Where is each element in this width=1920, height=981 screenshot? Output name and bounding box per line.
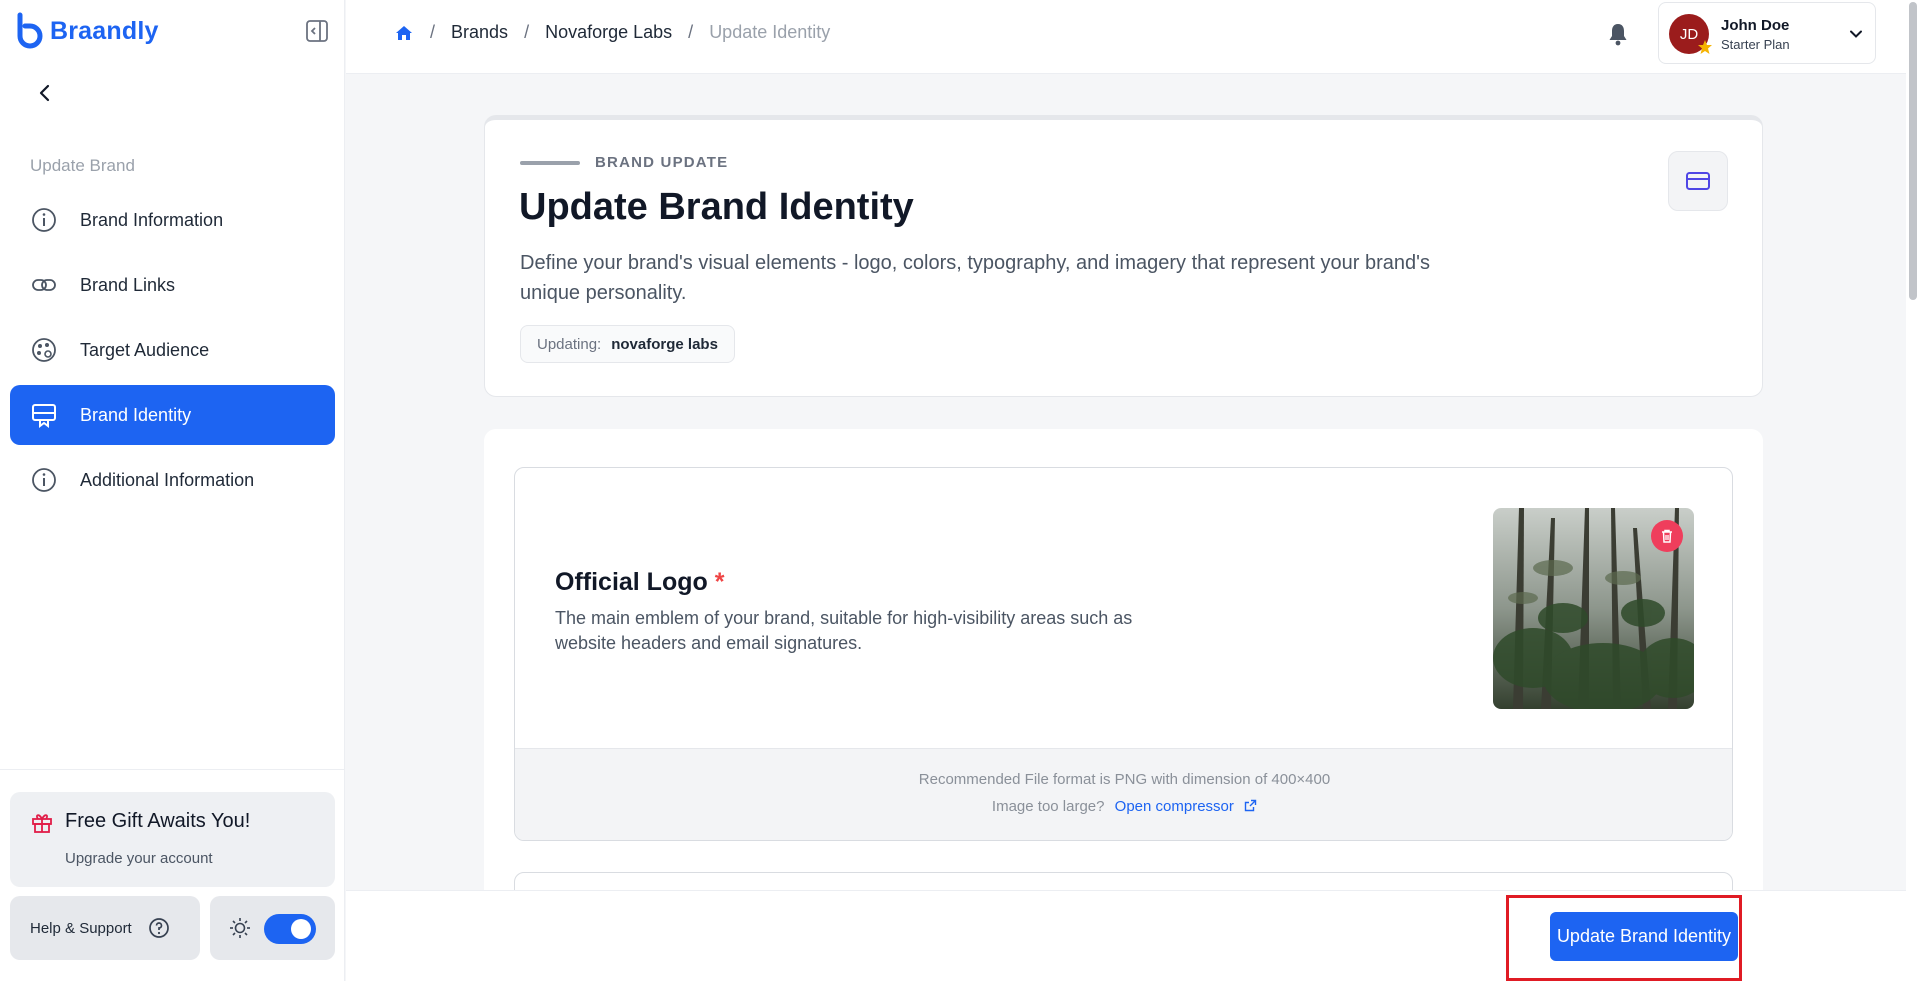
identity-icon — [32, 404, 56, 428]
sidebar: Braandly Update Brand Brand Information … — [0, 0, 345, 981]
delete-logo-button[interactable] — [1651, 520, 1683, 552]
collapse-sidebar-icon[interactable] — [304, 18, 330, 44]
sidebar-item-label: Brand Information — [80, 209, 224, 230]
back-arrow-icon[interactable] — [32, 80, 58, 106]
large-hint: Image too large? — [991, 798, 1105, 815]
format-hint: Recommended File format is PNG with dime… — [918, 771, 1331, 788]
logo-description: The main emblem of your brand, suitable … — [555, 608, 1133, 653]
theme-switcher — [210, 896, 335, 960]
logo-title: Official Logo * — [555, 568, 724, 597]
user-plan: Starter Plan — [1721, 37, 1790, 52]
palette-icon — [32, 338, 56, 362]
next-section-card — [514, 872, 1733, 890]
breadcrumb-current: Update Identity — [709, 22, 831, 42]
identity-form: Official Logo * The main emblem of your … — [484, 429, 1763, 890]
notification-bell-icon[interactable] — [1606, 21, 1630, 47]
info-icon — [32, 208, 56, 232]
gift-subtitle: Upgrade your account — [65, 850, 213, 867]
official-logo-card: Official Logo * The main emblem of your … — [514, 467, 1733, 841]
breadcrumb-separator: / — [524, 22, 530, 42]
avatar-initials: JD — [1679, 25, 1699, 43]
question-circle-icon — [148, 918, 169, 938]
upgrade-gift-card[interactable]: Free Gift Awaits You! Upgrade your accou… — [10, 792, 335, 887]
open-compressor-link[interactable]: Open compressor — [1115, 798, 1257, 815]
sidebar-nav: Brand Information Brand Links Target Aud… — [10, 190, 335, 515]
brand-logo[interactable]: Braandly — [14, 12, 159, 50]
breadcrumb-brands[interactable]: Brands — [451, 22, 508, 43]
scrollbar-thumb[interactable] — [1909, 2, 1917, 300]
breadcrumb: / Brands / Novaforge Labs / Update Ident… — [394, 22, 830, 43]
update-brand-identity-button[interactable]: Update Brand Identity — [1550, 912, 1738, 961]
sidebar-item-additional-information[interactable]: Additional Information — [10, 450, 335, 510]
gift-title: Free Gift Awaits You! — [65, 810, 251, 832]
sidebar-item-label: Target Audience — [80, 339, 210, 360]
main-content: BRAND UPDATE Update Brand Identity Defin… — [346, 75, 1906, 890]
help-support-label: Help & Support — [30, 919, 132, 937]
sidebar-item-label: Brand Links — [80, 274, 176, 295]
breadcrumb-separator: / — [430, 22, 436, 42]
identity-card-icon — [1668, 151, 1728, 211]
sidebar-item-label: Additional Information — [80, 469, 255, 490]
section-label: Update Brand — [30, 156, 135, 175]
page-header-card: BRAND UPDATE Update Brand Identity Defin… — [484, 115, 1763, 397]
logo-title-text: Official Logo — [555, 568, 708, 596]
logo-upload-hint: Recommended File format is PNG with dime… — [515, 748, 1732, 840]
sidebar-item-brand-links[interactable]: Brand Links — [10, 255, 335, 315]
eyebrow-label: BRAND UPDATE — [595, 154, 729, 171]
user-menu[interactable]: JD John Doe Starter Plan — [1658, 2, 1876, 64]
updating-label: Updating: — [537, 335, 602, 353]
updating-badge: Updating: novaforge labs — [520, 325, 735, 363]
open-compressor-label: Open compressor — [1114, 798, 1234, 815]
link-icon — [32, 279, 56, 291]
brand-name: Braandly — [50, 16, 159, 45]
chevron-down-icon — [1850, 30, 1862, 38]
sun-icon — [230, 918, 250, 938]
external-link-icon — [1244, 799, 1257, 812]
required-mark: * — [714, 568, 725, 596]
page-scrollbar[interactable] — [1906, 0, 1920, 981]
sidebar-item-brand-information[interactable]: Brand Information — [10, 190, 335, 250]
sidebar-footer: Free Gift Awaits You! Upgrade your accou… — [0, 769, 345, 981]
sidebar-item-brand-identity[interactable]: Brand Identity — [10, 385, 335, 445]
form-action-bar: Update Brand Identity — [346, 890, 1906, 981]
updating-value: novaforge labs — [611, 335, 718, 353]
eyebrow-accent-bar — [520, 161, 580, 165]
gift-icon — [32, 814, 52, 833]
compressor-hint: Image too large? Open compressor — [515, 798, 1732, 815]
page-title: Update Brand Identity — [519, 186, 914, 228]
breadcrumb-brand-name[interactable]: Novaforge Labs — [545, 22, 672, 43]
topbar: / Brands / Novaforge Labs / Update Ident… — [346, 0, 1906, 74]
sidebar-item-target-audience[interactable]: Target Audience — [10, 320, 335, 380]
info-icon — [32, 468, 56, 492]
trash-icon — [1662, 529, 1672, 543]
sidebar-item-label: Brand Identity — [80, 404, 192, 425]
braandly-logo-icon — [17, 12, 43, 49]
breadcrumb-separator: / — [688, 22, 694, 42]
theme-toggle[interactable] — [264, 914, 316, 944]
home-icon[interactable] — [394, 23, 414, 43]
credit-card-icon — [1686, 172, 1710, 190]
star-badge-icon — [1698, 40, 1712, 54]
user-name: John Doe — [1721, 17, 1790, 34]
page-description: Define your brand's visual elements - lo… — [520, 252, 1430, 304]
help-support-button[interactable]: Help & Support — [10, 896, 200, 960]
